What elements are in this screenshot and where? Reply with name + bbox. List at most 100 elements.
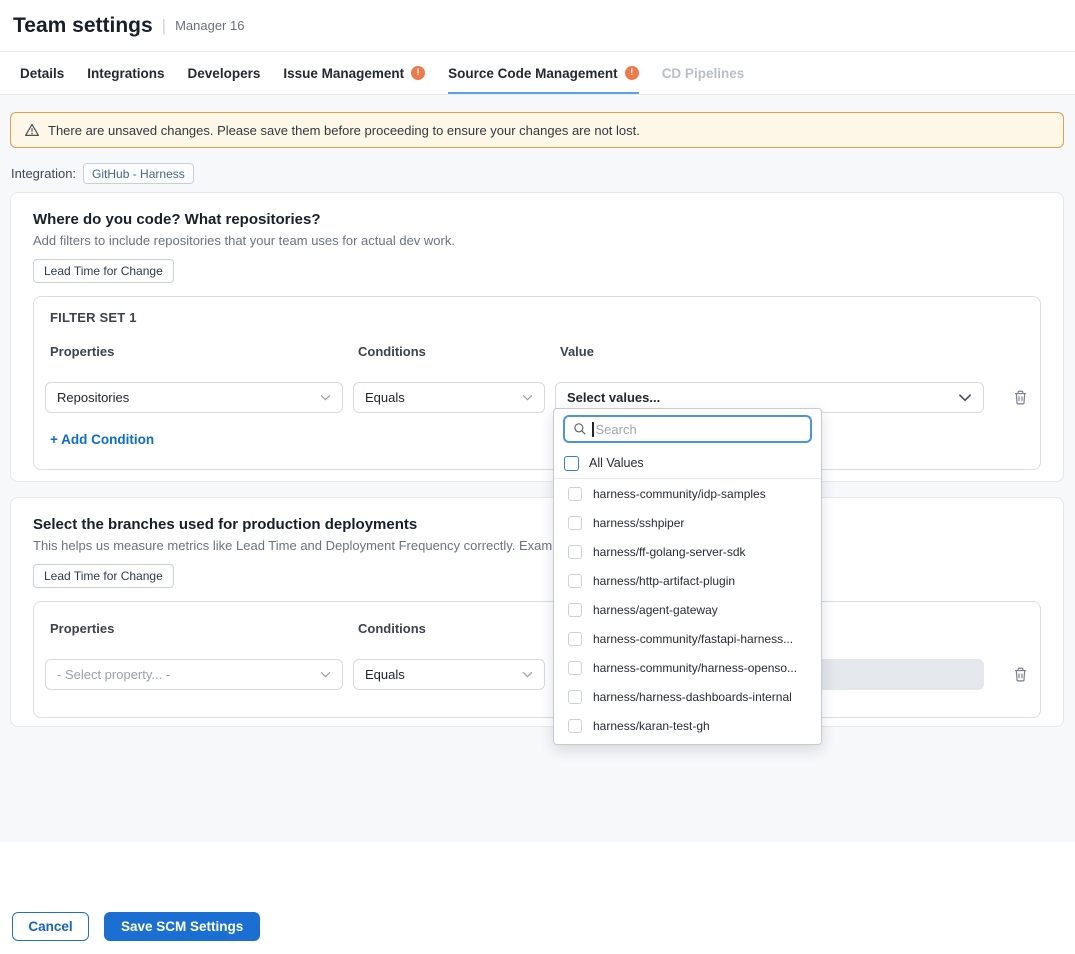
chevron-down-icon — [522, 671, 533, 678]
repo-option[interactable]: harness-community/idp-samples — [554, 479, 821, 508]
value-dropdown-panel: Search All Values harness-community/idp-… — [553, 408, 822, 745]
tab-details[interactable]: Details — [20, 52, 64, 94]
value-multiselect-placeholder: Select values... — [567, 390, 660, 405]
chevron-down-icon — [320, 394, 331, 401]
checkbox[interactable] — [568, 661, 582, 675]
select-all-label: All Values — [589, 456, 644, 470]
repositories-title: Where do you code? What repositories? — [33, 211, 1041, 228]
text-cursor — [592, 422, 594, 437]
checkbox[interactable] — [568, 574, 582, 588]
properties-column-label: Properties — [45, 344, 343, 359]
repo-option-label: harness/ff-golang-server-sdk — [593, 545, 746, 559]
condition-select[interactable]: Equals — [353, 382, 545, 413]
tab-issue-management[interactable]: Issue Management ! — [283, 52, 425, 94]
repo-option[interactable]: harness-community/harness-openso... — [554, 653, 821, 682]
repo-option[interactable]: harness/harness-dashboards-internal — [554, 682, 821, 711]
repo-option-label: harness/agent-gateway — [593, 603, 718, 617]
branch-condition-value: Equals — [365, 667, 405, 682]
property-select[interactable]: Repositories — [45, 382, 343, 413]
tab-developers-label: Developers — [188, 66, 261, 81]
tab-cd-pipelines: CD Pipelines — [662, 52, 745, 94]
branch-condition-select[interactable]: Equals — [353, 659, 545, 690]
property-select-value: Repositories — [57, 390, 129, 405]
settings-tabbar: Details Integrations Developers Issue Ma… — [0, 52, 1075, 95]
search-input[interactable]: Search — [563, 415, 812, 443]
tab-details-label: Details — [20, 66, 64, 81]
tab-cd-pipelines-label: CD Pipelines — [662, 66, 745, 81]
cancel-button[interactable]: Cancel — [12, 912, 89, 941]
page-header: Team settings | Manager 16 — [0, 0, 1075, 52]
select-all-option[interactable]: All Values — [554, 448, 821, 479]
alert-badge-icon: ! — [625, 66, 639, 80]
unsaved-changes-banner: There are unsaved changes. Please save t… — [10, 112, 1064, 148]
chevron-down-icon — [522, 394, 533, 401]
unsaved-changes-text: There are unsaved changes. Please save t… — [48, 123, 640, 138]
filter-column-headers: Properties Conditions Value — [45, 344, 1029, 359]
branch-property-placeholder: - Select property... - — [57, 667, 170, 682]
integration-label: Integration: — [11, 166, 76, 181]
lead-time-chip: Lead Time for Change — [33, 259, 174, 283]
value-column-label: Value — [555, 344, 984, 359]
search-icon — [573, 422, 587, 436]
filter-set-1: FILTER SET 1 Properties Conditions Value… — [33, 296, 1041, 470]
conditions-column-label: Conditions — [353, 621, 545, 636]
repo-option[interactable]: harness-community/fastapi-harness... — [554, 624, 821, 653]
repositories-subtitle: Add filters to include repositories that… — [33, 233, 1041, 248]
tab-integrations-label: Integrations — [87, 66, 164, 81]
checkbox[interactable] — [568, 719, 582, 733]
properties-column-label: Properties — [45, 621, 343, 636]
checkbox[interactable] — [568, 516, 582, 530]
tab-issue-management-label: Issue Management — [283, 66, 404, 81]
repo-option-label: harness-community/harness-openso... — [593, 661, 797, 675]
alert-badge-icon: ! — [411, 66, 425, 80]
chevron-down-icon — [320, 671, 331, 678]
save-scm-settings-button[interactable]: Save SCM Settings — [104, 912, 260, 941]
repo-option-clipped[interactable]: harness/… — [554, 740, 821, 745]
filter-row: Repositories Equals Select values... — [45, 382, 1029, 413]
condition-select-value: Equals — [365, 390, 405, 405]
checkbox[interactable] — [568, 690, 582, 704]
conditions-column-label: Conditions — [353, 344, 545, 359]
tab-developers[interactable]: Developers — [188, 52, 261, 94]
checkbox-all-values[interactable] — [564, 456, 579, 471]
tab-scm-label: Source Code Management — [448, 66, 618, 81]
trash-icon — [1012, 666, 1029, 683]
page-title: Team settings — [13, 14, 153, 38]
delete-filter-button[interactable] — [1012, 666, 1029, 683]
team-name: Manager 16 — [175, 18, 244, 33]
integration-row: Integration: GitHub - Harness — [11, 163, 194, 184]
tab-source-code-management[interactable]: Source Code Management ! — [448, 52, 639, 94]
filter-set-1-title: FILTER SET 1 — [45, 310, 1029, 325]
repo-option-label: harness-community/fastapi-harness... — [593, 632, 793, 646]
checkbox[interactable] — [568, 487, 582, 501]
repo-option[interactable]: harness/http-artifact-plugin — [554, 566, 821, 595]
branches-card: Select the branches used for production … — [10, 497, 1064, 727]
repo-option[interactable]: harness/karan-test-gh — [554, 711, 821, 740]
footer-bar: Cancel Save SCM Settings — [0, 842, 1075, 954]
trash-icon — [1012, 389, 1029, 406]
checkbox[interactable] — [568, 632, 582, 646]
checkbox[interactable] — [568, 603, 582, 617]
add-condition-button[interactable]: + Add Condition — [50, 432, 154, 447]
repo-option[interactable]: harness/agent-gateway — [554, 595, 821, 624]
filter-column-headers: Properties Conditions — [45, 621, 1029, 636]
delete-filter-button[interactable] — [1012, 389, 1029, 406]
warning-triangle-icon — [24, 122, 40, 138]
repo-option-label: harness/http-artifact-plugin — [593, 574, 735, 588]
repo-option[interactable]: harness/sshpiper — [554, 508, 821, 537]
repositories-card: Where do you code? What repositories? Ad… — [10, 192, 1064, 482]
repo-option-label: harness/karan-test-gh — [593, 719, 710, 733]
branches-title: Select the branches used for production … — [33, 516, 1041, 533]
repo-option-label: harness/sshpiper — [593, 516, 684, 530]
branch-property-select[interactable]: - Select property... - — [45, 659, 343, 690]
filter-row: - Select property... - Equals — [45, 659, 1029, 690]
repo-option[interactable]: harness/ff-golang-server-sdk — [554, 537, 821, 566]
lead-time-chip: Lead Time for Change — [33, 564, 174, 588]
branches-filter-set: Properties Conditions - Select property.… — [33, 601, 1041, 718]
repo-option-label: harness-community/idp-samples — [593, 487, 766, 501]
branches-subtitle: This helps us measure metrics like Lead … — [33, 538, 1041, 553]
tab-integrations[interactable]: Integrations — [87, 52, 164, 94]
chevron-down-icon — [958, 393, 972, 402]
checkbox[interactable] — [568, 545, 582, 559]
integration-chip[interactable]: GitHub - Harness — [83, 163, 194, 184]
